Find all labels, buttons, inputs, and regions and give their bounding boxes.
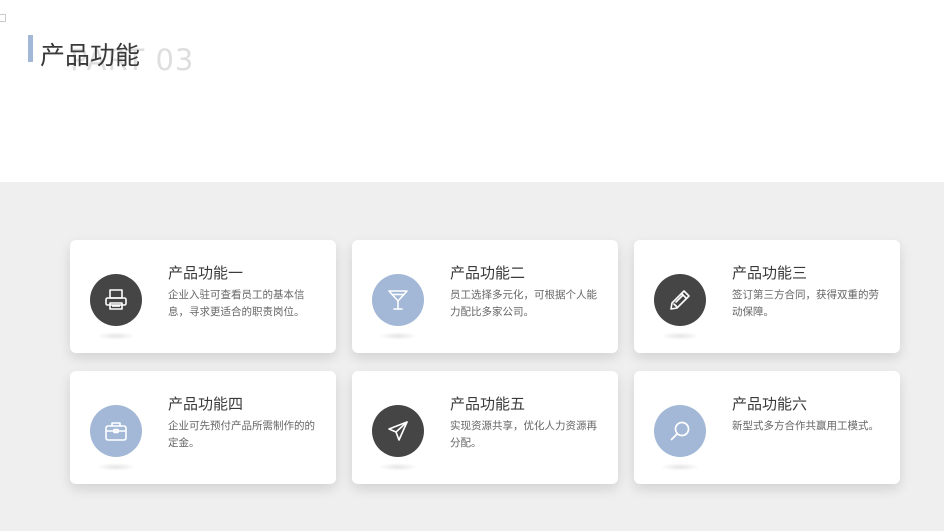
icon-circle <box>90 405 142 457</box>
icon-circle <box>654 405 706 457</box>
icon-circle <box>372 405 424 457</box>
feature-card-4: 产品功能四 企业可先预付产品所需制作的的定金。 <box>70 371 336 484</box>
card-description: 签订第三方合同，获得双重的劳动保障。 <box>732 289 879 318</box>
icon-circle <box>90 274 142 326</box>
icon-shadow <box>378 332 418 340</box>
pencil-icon <box>670 290 690 310</box>
card-title: 产品功能三 <box>732 264 808 282</box>
card-description: 企业入驻可查看员工的基本信息，寻求更适合的职责岗位。 <box>168 289 305 318</box>
icon-shadow <box>660 332 700 340</box>
icon-circle <box>654 274 706 326</box>
icon-shadow <box>96 332 136 340</box>
page-title: 产品功能 <box>40 41 141 70</box>
briefcase-icon <box>105 422 127 441</box>
icon-circle <box>372 274 424 326</box>
icon-shadow <box>378 463 418 471</box>
card-title: 产品功能六 <box>732 395 808 413</box>
icon-shadow <box>96 463 136 471</box>
title-accent-bar <box>28 35 33 62</box>
card-description: 企业可先预付产品所需制作的的定金。 <box>168 420 315 449</box>
cocktail-glass-icon <box>388 290 408 310</box>
feature-card-3: 产品功能三 签订第三方合同，获得双重的劳动保障。 <box>634 240 900 353</box>
card-title: 产品功能五 <box>450 395 526 413</box>
feature-card-1: 产品功能一 企业入驻可查看员工的基本信息，寻求更适合的职责岗位。 <box>70 240 336 353</box>
feature-card-5: 产品功能五 实现资源共享，优化人力资源再分配。 <box>352 371 618 484</box>
icon-shadow <box>660 463 700 471</box>
paper-plane-icon <box>388 421 408 441</box>
card-title: 产品功能二 <box>450 264 526 282</box>
printer-icon <box>105 289 127 310</box>
card-description: 员工选择多元化，可根据个人能力配比多家公司。 <box>450 289 597 318</box>
feature-card-2: 产品功能二 员工选择多元化，可根据个人能力配比多家公司。 <box>352 240 618 353</box>
card-title: 产品功能四 <box>168 395 244 413</box>
feature-card-6: 产品功能六 新型式多方合作共赢用工模式。 <box>634 371 900 484</box>
card-description: 新型式多方合作共赢用工模式。 <box>732 420 879 432</box>
card-description: 实现资源共享，优化人力资源再分配。 <box>450 420 597 449</box>
corner-mark <box>0 14 6 22</box>
card-title: 产品功能一 <box>168 264 244 282</box>
header: PART 03 产品功能 <box>40 30 340 80</box>
magnifier-icon <box>670 421 690 441</box>
